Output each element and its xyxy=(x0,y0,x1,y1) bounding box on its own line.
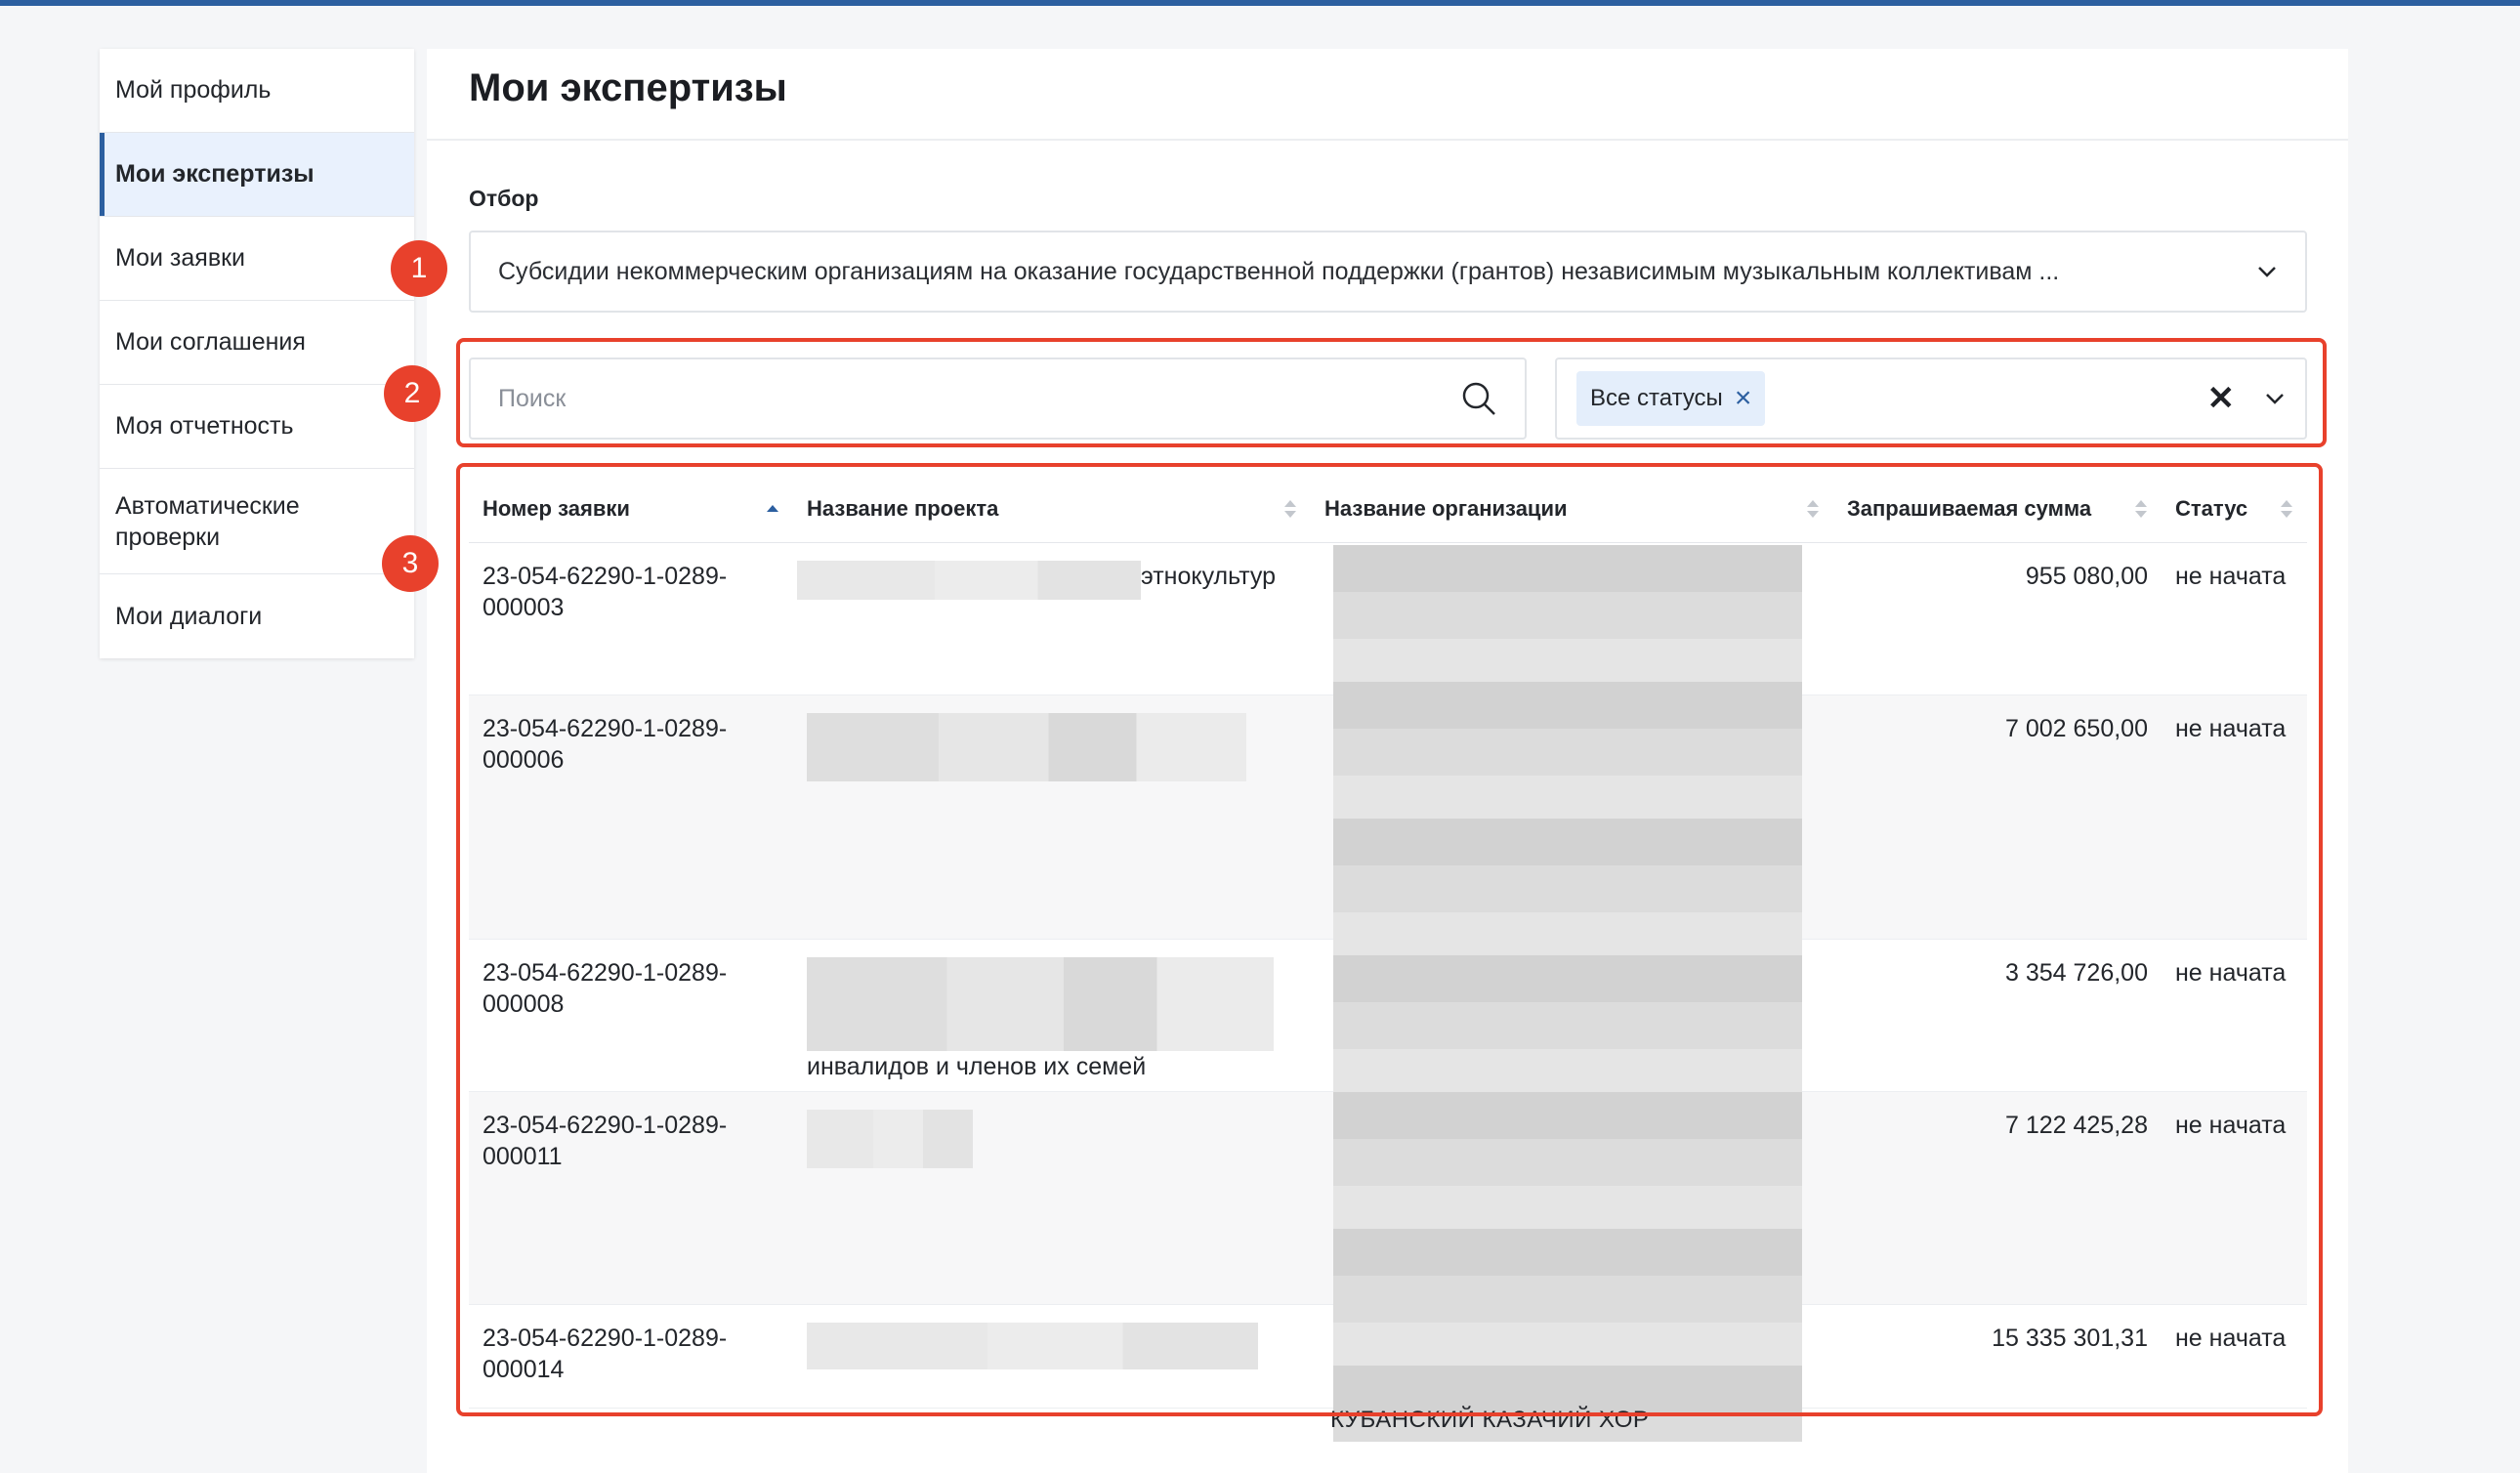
selection-value: Субсидии некоммерческим организациям на … xyxy=(498,257,2060,285)
sidebar-item-agreements[interactable]: Мои соглашения xyxy=(100,301,414,385)
sidebar-item-my-expertises[interactable]: Мои экспертизы xyxy=(100,133,414,217)
sidebar-nav: Мой профиль Мои экспертизы Мои заявки Мо… xyxy=(100,49,414,658)
page-title: Мои экспертизы xyxy=(469,66,787,109)
filter-label: Отбор xyxy=(469,186,539,211)
annotation-marker-3: 3 xyxy=(382,535,439,592)
sidebar-item-auto-checks[interactable]: Автоматические проверки xyxy=(100,469,414,574)
page-header: Мои экспертизы xyxy=(427,49,2348,141)
annotation-frame-filters xyxy=(456,338,2327,447)
sidebar-item-applications[interactable]: Мои заявки xyxy=(100,217,414,301)
annotation-marker-1: 1 xyxy=(391,240,447,297)
annotation-marker-2: 2 xyxy=(384,365,441,422)
chevron-down-icon xyxy=(2258,267,2276,277)
sidebar-item-reports[interactable]: Моя отчетность xyxy=(100,385,414,469)
sidebar-item-profile[interactable]: Мой профиль xyxy=(100,49,414,133)
selection-dropdown[interactable]: Субсидии некоммерческим организациям на … xyxy=(469,231,2307,313)
annotation-frame-table xyxy=(456,463,2323,1416)
top-accent-bar xyxy=(0,0,2520,6)
sidebar-item-dialogs[interactable]: Мои диалоги xyxy=(100,574,414,658)
